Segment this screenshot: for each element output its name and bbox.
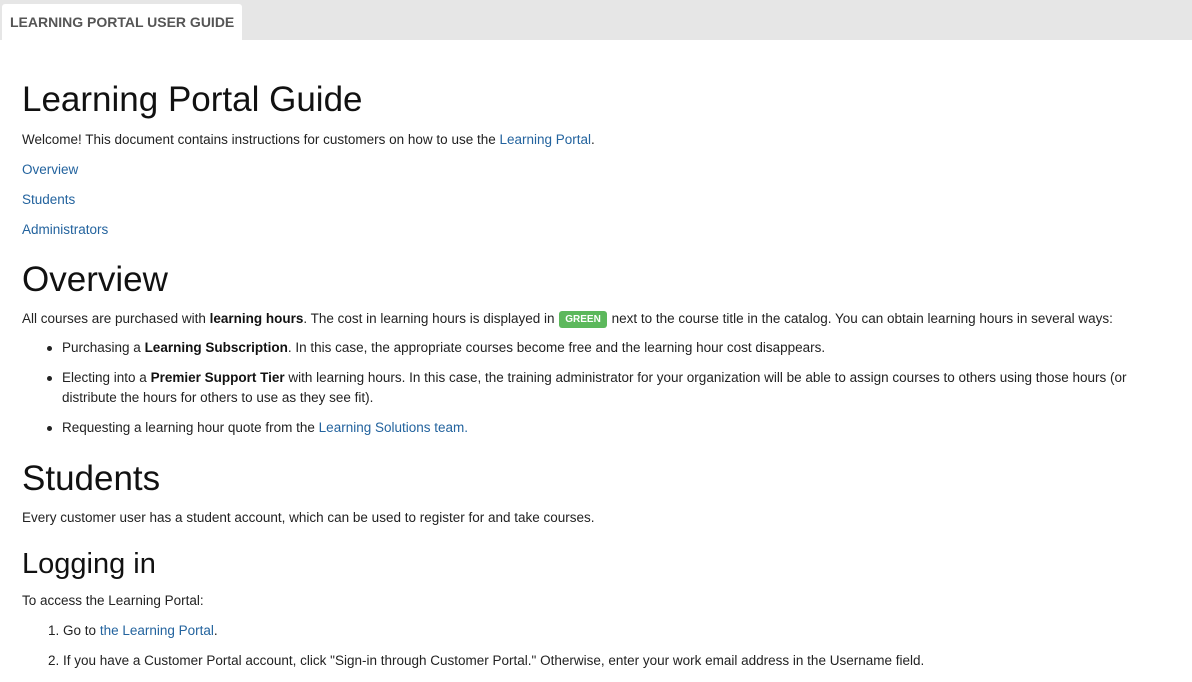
intro-text-end: . xyxy=(591,132,595,147)
step-1: 1. Go to the Learning Portal. xyxy=(48,621,218,640)
list-item-quote: Requesting a learning hour quote from th… xyxy=(62,418,1182,438)
list-item-text: Electing into a xyxy=(62,370,151,385)
page-title: Learning Portal Guide xyxy=(22,80,363,119)
toc-link-administrators[interactable]: Administrators xyxy=(22,220,108,239)
step-text: If you have a Customer Portal account, c… xyxy=(63,653,925,668)
learning-subscription-bold: Learning Subscription xyxy=(144,340,288,355)
logging-in-paragraph: To access the Learning Portal: xyxy=(22,593,204,608)
list-item-text: Requesting a learning hour quote from th… xyxy=(62,420,319,435)
logging-in-heading: Logging in xyxy=(22,548,156,580)
step-text-end: . xyxy=(213,623,218,638)
learning-portal-step-link[interactable]: the Learning Portal xyxy=(100,623,214,638)
overview-text: All courses are purchased with xyxy=(22,311,210,326)
learning-solutions-link[interactable]: Learning Solutions team. xyxy=(319,420,468,435)
intro-paragraph: Welcome! This document contains instruct… xyxy=(22,130,595,149)
step-text: Go to xyxy=(63,623,100,638)
step-number: 2. xyxy=(48,653,60,668)
students-paragraph: Every customer user has a student accoun… xyxy=(22,510,595,525)
green-badge: GREEN xyxy=(559,311,607,328)
bullet-marker xyxy=(47,426,52,431)
bullet-marker xyxy=(47,376,52,381)
tab-user-guide[interactable]: LEARNING PORTAL USER GUIDE xyxy=(2,4,243,40)
intro-text: Welcome! This document contains instruct… xyxy=(22,132,500,147)
overview-text-end: next to the course title in the catalog.… xyxy=(607,311,1113,326)
list-item-premier-support: Electing into a Premier Support Tier wit… xyxy=(62,368,1182,408)
step-number: 1. xyxy=(48,623,60,638)
overview-text-mid: . The cost in learning hours is displaye… xyxy=(303,311,559,326)
learning-portal-link[interactable]: Learning Portal xyxy=(499,132,591,147)
step-2: 2. If you have a Customer Portal account… xyxy=(48,651,924,670)
tab-bar: LEARNING PORTAL USER GUIDE xyxy=(0,0,1192,40)
list-item-text: Purchasing a xyxy=(62,340,145,355)
learning-hours-bold: learning hours xyxy=(209,311,304,326)
toc-link-students[interactable]: Students xyxy=(22,190,75,209)
overview-paragraph: All courses are purchased with learning … xyxy=(22,309,1113,328)
bullet-marker xyxy=(47,346,52,351)
overview-heading: Overview xyxy=(22,260,168,299)
students-heading: Students xyxy=(22,459,161,498)
list-item-subscription: Purchasing a Learning Subscription. In t… xyxy=(62,338,1182,358)
toc-link-overview[interactable]: Overview xyxy=(22,160,78,179)
list-item-text-end: . In this case, the appropriate courses … xyxy=(287,340,826,355)
premier-support-tier-bold: Premier Support Tier xyxy=(150,370,285,385)
